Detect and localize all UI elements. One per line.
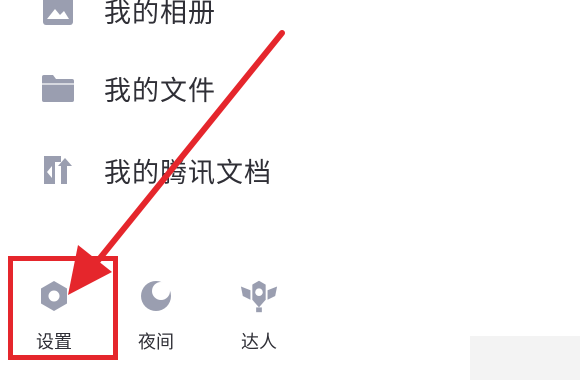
night-mode-label: 夜间	[138, 332, 174, 353]
menu-item-files[interactable]: 我的文件	[40, 68, 216, 108]
menu-item-label: 我的相册	[104, 0, 216, 29]
tencent-docs-icon	[40, 152, 76, 188]
annotation-highlight-box	[8, 256, 118, 360]
expert-label: 达人	[241, 332, 277, 353]
expert-button[interactable]: 达人	[229, 276, 289, 354]
moon-icon	[136, 276, 176, 316]
menu-item-label: 我的腾讯文档	[104, 157, 272, 189]
menu-item-label: 我的文件	[104, 75, 216, 107]
menu-item-tencent-docs[interactable]: 我的腾讯文档	[40, 150, 272, 190]
badge-icon	[239, 276, 279, 316]
night-mode-button[interactable]: 夜间	[126, 276, 186, 354]
photo-icon	[40, 0, 76, 28]
folder-icon	[40, 70, 76, 106]
background-patch	[470, 336, 580, 380]
menu-item-photos[interactable]: 我的相册	[40, 0, 216, 30]
